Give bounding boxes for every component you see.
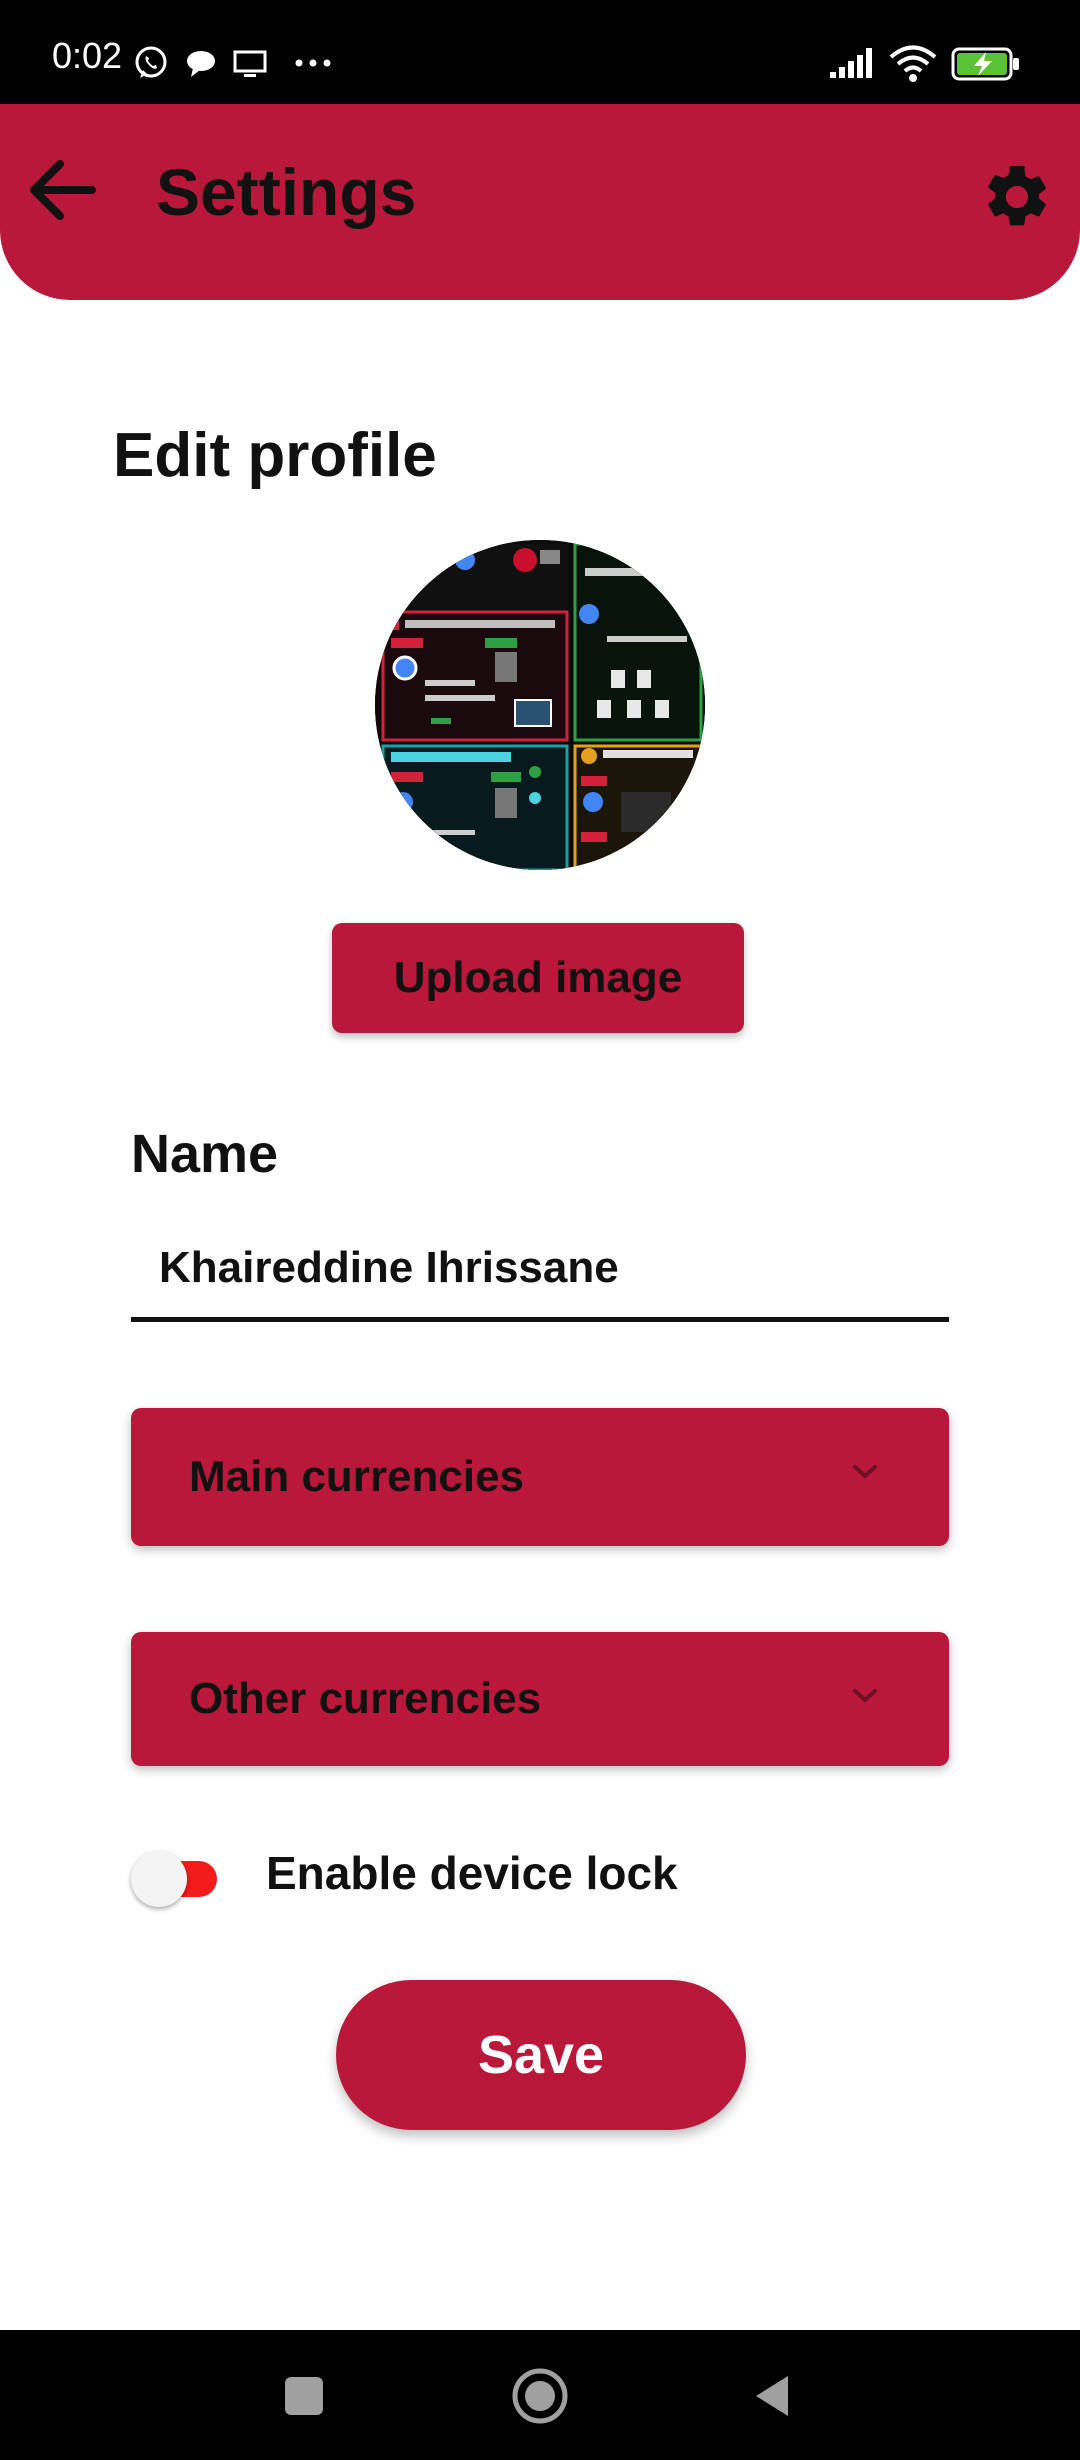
page-title: Settings — [156, 155, 417, 229]
device-lock-toggle[interactable] — [131, 1843, 221, 1907]
more-dots-icon — [295, 59, 331, 67]
status-bar: 0:02 — [0, 0, 1080, 104]
app-bar: Settings — [0, 104, 1080, 300]
chevron-down-icon — [853, 1689, 877, 1702]
status-time: 0:02 — [52, 35, 123, 76]
other-currencies-dropdown[interactable]: Other currencies — [131, 1632, 949, 1766]
dropdown-label: Main currencies — [189, 1452, 525, 1501]
main-currencies-dropdown[interactable]: Main currencies — [131, 1408, 949, 1546]
name-label: Name — [131, 1124, 279, 1184]
system-nav-bar — [0, 2330, 1080, 2460]
edit-profile-heading: Edit profile — [113, 421, 437, 490]
gear-icon[interactable] — [980, 160, 1054, 234]
chat-bubble-icon — [187, 51, 215, 77]
signal-icon — [830, 48, 872, 78]
toggle-thumb — [131, 1851, 187, 1907]
arrow-left-icon[interactable] — [22, 150, 102, 230]
whatsapp-icon — [135, 46, 167, 78]
dropdown-label: Other currencies — [189, 1674, 542, 1723]
save-button[interactable]: Save — [336, 1980, 746, 2130]
home-circle-icon[interactable] — [510, 2366, 570, 2426]
screen-icon — [233, 50, 267, 77]
upload-image-button[interactable]: Upload image — [332, 923, 744, 1033]
name-input[interactable] — [131, 1218, 949, 1322]
battery-charging-icon — [951, 47, 1019, 81]
chevron-down-icon — [853, 1465, 877, 1478]
device-lock-label: Enable device lock — [266, 1847, 678, 1899]
back-triangle-icon[interactable] — [752, 2372, 792, 2420]
settings-screen: 0:02 Settings Edit profile Upload image … — [0, 0, 1080, 2460]
recents-square-icon[interactable] — [283, 2375, 325, 2417]
profile-image — [375, 540, 705, 870]
wifi-icon — [889, 45, 937, 82]
